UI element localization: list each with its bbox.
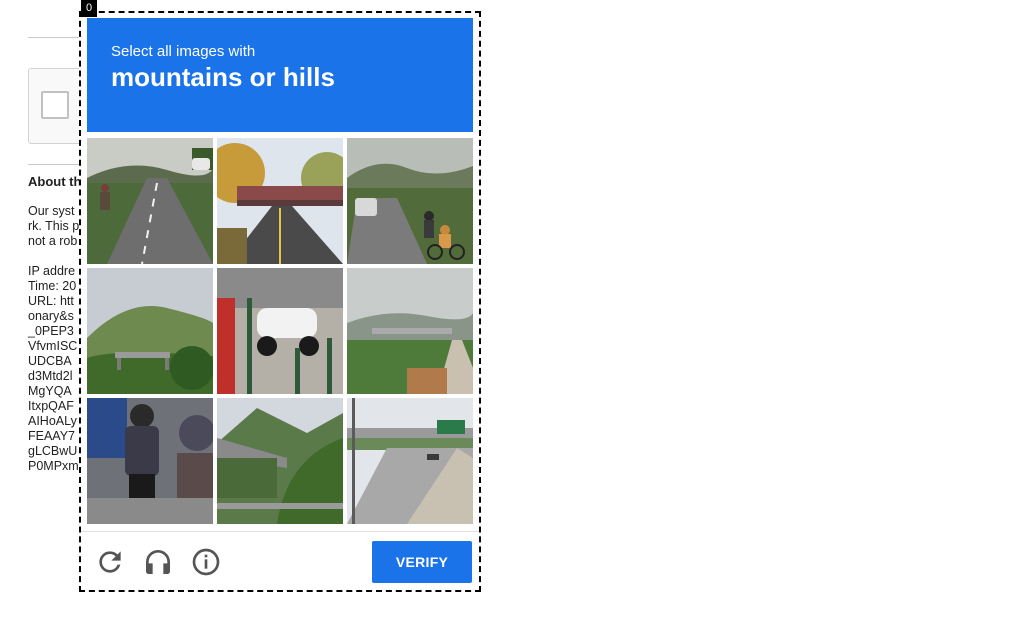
paragraph-line: not a rob bbox=[28, 234, 78, 248]
target-object-text: mountains or hills bbox=[111, 62, 335, 92]
details-line: onary&s bbox=[28, 309, 74, 323]
footer-divider bbox=[81, 531, 479, 532]
image-tile-5[interactable] bbox=[217, 268, 343, 394]
details-line: gLCBwU bbox=[28, 444, 78, 458]
image-tile-9[interactable] bbox=[347, 398, 473, 524]
image-tile-8[interactable] bbox=[217, 398, 343, 524]
details-line: P0MPxm bbox=[28, 459, 79, 473]
image-tile-2[interactable] bbox=[217, 138, 343, 264]
index-badge: 0 bbox=[81, 0, 97, 17]
image-tile-6[interactable] bbox=[347, 268, 473, 394]
details-line: Time: 20 bbox=[28, 279, 77, 293]
audio-icon[interactable] bbox=[142, 546, 174, 578]
details-line: d3Mtd2l bbox=[28, 369, 73, 383]
image-tile-1[interactable] bbox=[87, 138, 213, 264]
image-grid bbox=[87, 138, 473, 524]
details-line: AIHoALy bbox=[28, 414, 77, 428]
details-line: URL: htt bbox=[28, 294, 74, 308]
details-line: VfvmISC bbox=[28, 339, 78, 353]
details-line: UDCBA bbox=[28, 354, 72, 368]
details-line: IP addre bbox=[28, 264, 76, 278]
verify-button[interactable]: VERIFY bbox=[372, 541, 472, 583]
details-line: _0PEP3 bbox=[28, 324, 74, 338]
image-tile-4[interactable] bbox=[87, 268, 213, 394]
reload-icon[interactable] bbox=[94, 546, 126, 578]
image-tile-7[interactable] bbox=[87, 398, 213, 524]
paragraph-line: Our syst bbox=[28, 204, 75, 218]
challenge-header: Select all images with mountains or hill… bbox=[87, 18, 473, 132]
recaptcha-checkbox[interactable] bbox=[41, 91, 69, 119]
image-tile-3[interactable] bbox=[347, 138, 473, 264]
paragraph-line: rk. This p bbox=[28, 219, 80, 233]
info-icon[interactable] bbox=[190, 546, 222, 578]
details-line: FEAAY7 bbox=[28, 429, 76, 443]
details-line: MgYQA bbox=[28, 384, 72, 398]
details-line: ItxpQAF bbox=[28, 399, 74, 413]
instruction-text: Select all images with bbox=[111, 43, 256, 60]
about-heading: About th bbox=[28, 174, 82, 189]
